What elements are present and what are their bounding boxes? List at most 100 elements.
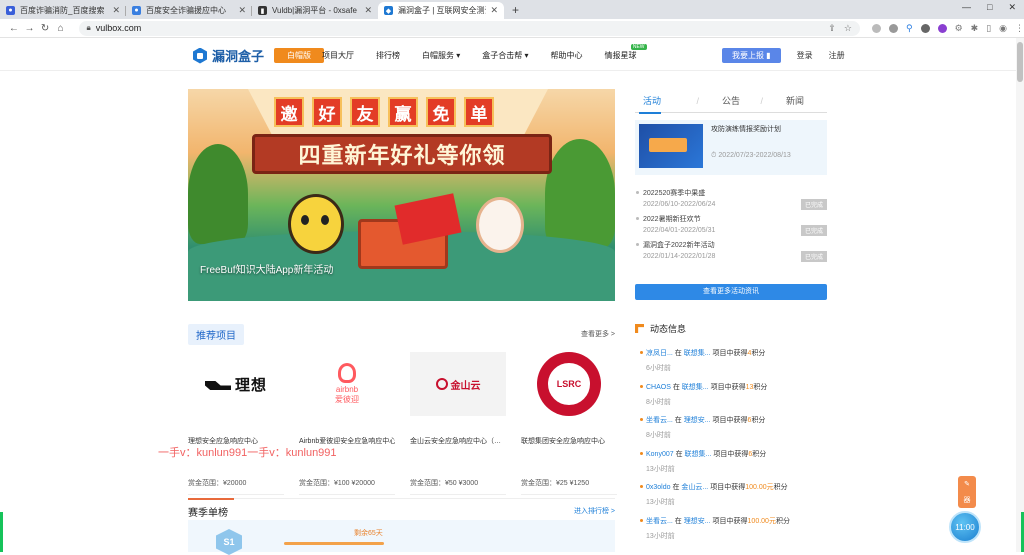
project-link[interactable]: 联想集... xyxy=(685,451,712,458)
project-link[interactable]: 金山云... xyxy=(681,484,708,491)
extension-icon[interactable] xyxy=(888,23,898,33)
edit-icon[interactable]: ✎ xyxy=(964,480,970,488)
logo-badge[interactable]: 白帽版 xyxy=(274,48,325,63)
site-header: 漏洞盒子 白帽版 项目大厅 排行榜 白帽服务 ▾ 盒子合击帮 ▾ 帮助中心 情报… xyxy=(0,38,1024,71)
close-icon[interactable]: ✕ xyxy=(364,5,372,16)
nav-item[interactable]: 情报星球 NEW xyxy=(605,44,647,61)
back-icon[interactable]: ← xyxy=(6,20,22,36)
status-badge: 已完成 xyxy=(800,225,827,236)
nav-item[interactable]: 项目大厅 xyxy=(322,50,354,61)
feed-item: Kony007 在 联想集... 项目中获得6积分 13小时前 xyxy=(640,449,840,483)
user-link[interactable]: 0x3oldo xyxy=(646,484,671,491)
extension-icon[interactable] xyxy=(920,23,930,33)
scrollbar[interactable] xyxy=(1016,38,1024,552)
extension-icon[interactable] xyxy=(937,23,947,33)
tab-label: Vuldb|漏洞平台 - 0xsafe xyxy=(272,6,357,15)
reload-icon[interactable]: ↻ xyxy=(37,20,53,36)
recommend-header: 推荐项目 查看更多 > xyxy=(188,324,615,345)
close-icon[interactable]: ✕ xyxy=(490,5,498,16)
main-nav: 项目大厅 排行榜 白帽服务 ▾ 盒子合击帮 ▾ 帮助中心 情报星球 NEW xyxy=(322,44,647,61)
forward-icon[interactable]: → xyxy=(22,20,38,36)
share-icon[interactable]: ⇪ xyxy=(828,23,836,34)
scrollbar-thumb[interactable] xyxy=(1017,42,1023,82)
user-link[interactable]: 坐看云... xyxy=(646,417,673,424)
browser-tab[interactable]: ● 百度安全诈骗援应中心 ✕ xyxy=(126,2,252,19)
user-link[interactable]: 凉凤日... xyxy=(646,350,673,357)
register-link[interactable]: 注册 xyxy=(829,50,845,61)
project-card[interactable]: airbnb 爱彼迎 Airbnb爱彼迎安全应急响应中心 赏金范围：¥100 ¥2… xyxy=(299,352,395,495)
tab-favicon-icon: ◆ xyxy=(384,6,393,15)
address-bar[interactable]: 🔒︎ vulbox.com ⇪ ☆ xyxy=(78,20,860,36)
nav-item[interactable]: 排行榜 xyxy=(376,50,400,61)
ranking-panel: S1 剩余65天 xyxy=(188,520,615,555)
tab-news[interactable]: 新闻 xyxy=(763,94,827,107)
user-link[interactable]: 坐看云... xyxy=(646,518,673,525)
logo-text: 漏洞盒子 xyxy=(212,49,265,64)
browser-tab[interactable]: ▮ Vuldb|漏洞平台 - 0xsafe ✕ xyxy=(252,2,378,19)
extension-icon[interactable]: ⚲ xyxy=(906,23,913,34)
site-logo[interactable]: 漏洞盒子 白帽版 xyxy=(193,46,325,65)
clock-widget[interactable]: 11:00 xyxy=(949,511,981,543)
profile-icon[interactable]: ◉ xyxy=(999,23,1007,34)
user-link[interactable]: CHAOS xyxy=(646,384,671,391)
menu-icon[interactable]: ⋮ xyxy=(1015,23,1024,34)
nav-item[interactable]: 白帽服务 ▾ xyxy=(422,50,460,61)
close-icon[interactable]: ✕ xyxy=(112,5,120,16)
new-badge: NEW xyxy=(630,44,647,50)
list-item[interactable]: 漏洞盒子2022新年活动 2022/01/14-2022/01/28 已完成 xyxy=(635,240,827,266)
sidebar-icon[interactable]: ▯ xyxy=(986,23,991,34)
dynamics-icon xyxy=(635,324,644,333)
extension-icon[interactable] xyxy=(871,23,881,33)
season-progress-bar xyxy=(284,542,384,545)
tool-icon[interactable]: 器 xyxy=(964,495,971,505)
page-content: 漏洞盒子 白帽版 项目大厅 排行榜 白帽服务 ▾ 盒子合击帮 ▾ 帮助中心 情报… xyxy=(0,38,1024,555)
banner-title-char: 免 xyxy=(426,97,456,127)
project-card[interactable]: 理想 理想安全应急响应中心 赏金范围：¥20000 xyxy=(188,352,284,495)
project-card[interactable]: 金山云 金山云安全应急响应中心（… 赏金范围：¥50 ¥3000 xyxy=(410,352,506,495)
banner-decoration xyxy=(545,139,615,249)
lixiang-logo: 理想 xyxy=(188,352,284,416)
login-link[interactable]: 登录 xyxy=(797,50,813,61)
tab-label: 漏洞盒子 | 互联网安全测试众测 xyxy=(398,6,486,15)
list-item[interactable]: 2022520赛季中果盛 2022/06/10-2022/06/24 已完成 xyxy=(635,188,827,214)
view-more-link[interactable]: 查看更多 > xyxy=(581,329,615,339)
settings-gear-icon[interactable]: ⚙ xyxy=(955,23,963,34)
status-badge: 已完成 xyxy=(800,199,827,210)
browser-tab[interactable]: ● 百度诈骗消防_百度搜索 ✕ xyxy=(0,2,126,19)
close-icon[interactable]: ✕ xyxy=(238,5,246,16)
project-link[interactable]: 联想集... xyxy=(682,384,709,391)
new-tab-icon[interactable]: + xyxy=(512,2,519,19)
banner-title: 邀 好 友 赢 免 单 xyxy=(274,97,494,127)
report-button[interactable]: 我要上报 ▮ xyxy=(722,48,781,63)
bookmark-star-icon[interactable]: ☆ xyxy=(844,23,852,34)
dynamics-feed: 凉凤日... 在 联想集... 项目中获得4积分 6小时前 CHAOS 在 联想… xyxy=(640,348,840,549)
featured-activity-image xyxy=(639,124,703,168)
more-activities-button[interactable]: 查看更多活动资讯 xyxy=(635,284,827,300)
project-name: 联想集团安全应急响应中心 xyxy=(521,438,605,445)
project-link[interactable]: 理想安... xyxy=(684,518,711,525)
banner-title-char: 单 xyxy=(464,97,494,127)
maximize-icon[interactable]: □ xyxy=(987,2,992,13)
featured-activity[interactable]: 攻防演练情报奖励计划 ⏱ 2022/07/23-2022/08/13 xyxy=(635,120,827,175)
list-item[interactable]: 2022暑期新狂欢节 2022/04/01-2022/05/31 已完成 xyxy=(635,214,827,240)
project-link[interactable]: 理想安... xyxy=(684,417,711,424)
vulbox-logo-icon xyxy=(193,47,207,64)
project-cards: 理想 理想安全应急响应中心 赏金范围：¥20000 airbnb 爱彼迎 Airb… xyxy=(188,352,617,495)
puzzle-icon[interactable]: ✱ xyxy=(971,23,979,34)
project-link[interactable]: 联想集... xyxy=(684,350,711,357)
tab-announcements[interactable]: 公告 / xyxy=(699,94,763,107)
watermark-text: 一手v：kunlun991一手v：kunlun991 xyxy=(158,447,337,459)
project-card[interactable]: LSRC 联想集团安全应急响应中心 赏金范围：¥25 ¥1250 xyxy=(521,352,617,495)
hero-banner[interactable]: 邀 好 友 赢 免 单 四重新年好礼等你领 FreeBuf知识大陆App新年活动 xyxy=(188,89,615,301)
lock-icon[interactable]: 🔒︎ xyxy=(87,23,91,33)
nav-item[interactable]: 盒子合击帮 ▾ xyxy=(482,50,528,61)
tab-activities[interactable]: 活动 / xyxy=(635,94,699,114)
minimize-icon[interactable]: — xyxy=(962,2,971,13)
ranking-link[interactable]: 进入排行榜 > xyxy=(574,506,615,516)
nav-item[interactable]: 帮助中心 xyxy=(551,50,583,61)
browser-tab-active[interactable]: ◆ 漏洞盒子 | 互联网安全测试众测 ✕ xyxy=(378,2,504,19)
home-icon[interactable]: ⌂ xyxy=(53,20,69,36)
window-close-icon[interactable]: ✕ xyxy=(1008,2,1016,13)
floating-toolbar[interactable]: ✎ 器 xyxy=(958,476,976,508)
user-link[interactable]: Kony007 xyxy=(646,451,674,458)
